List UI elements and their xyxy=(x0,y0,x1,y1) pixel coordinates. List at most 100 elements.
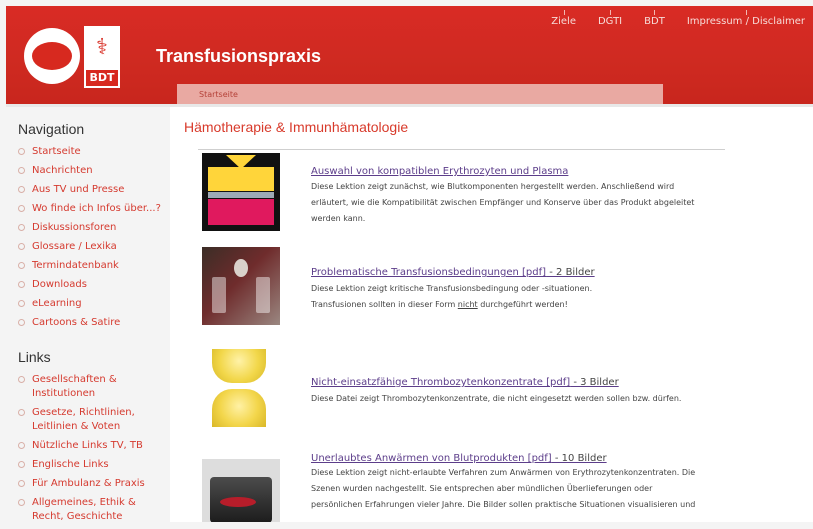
sidebar-link-gesellschaften[interactable]: Gesellschaften & Institutionen xyxy=(18,373,168,401)
top-nav-label: Ziele xyxy=(551,16,576,27)
top-nav-label: DGTI xyxy=(597,16,623,27)
bullet-icon xyxy=(18,376,25,383)
desc-line: Diese Lektion zeigt kritische Transfusio… xyxy=(311,284,593,293)
lesson-link[interactable]: Auswahl von kompatiblen Erythrozyten und… xyxy=(311,166,568,177)
blood-bag-thumbnail[interactable] xyxy=(202,153,280,231)
lesson-description: Diese Datei zeigt Thrombozytenkonzentrat… xyxy=(311,391,721,407)
top-nav-impressum[interactable]: Impressum / Disclaimer xyxy=(686,10,805,27)
bullet-icon xyxy=(18,461,25,468)
top-nav-label: BDT xyxy=(644,16,665,27)
person-shape xyxy=(234,259,248,277)
bullet-icon xyxy=(18,205,25,212)
bullet-icon xyxy=(18,281,25,288)
desc-line: Diese Lektion zeigt zunächst, wie Blutko… xyxy=(311,182,675,191)
sidebar-item-tv-presse[interactable]: Aus TV und Presse xyxy=(18,183,168,197)
sidebar-item-label: Gesetze, Richtlinien, Leitlinien & Voten xyxy=(32,407,135,432)
sidebar-link-nuetzliche[interactable]: Nützliche Links TV, TB xyxy=(18,439,168,453)
sidebar-link-allgemeines[interactable]: Allgemeines, Ethik & Recht, Geschichte xyxy=(18,496,168,524)
lesson-title: Problematische Transfusionsbedingungen [… xyxy=(311,267,547,278)
tube-shape xyxy=(256,277,270,313)
sidebar-item-label: Downloads xyxy=(32,279,87,290)
sidebar-item-label: Glossare / Lexika xyxy=(32,241,117,252)
sidebar-item-termindatenbank[interactable]: Termindatenbank xyxy=(18,259,168,273)
desc-line: erläutert, wie die Kompatibilität zwisch… xyxy=(311,198,695,207)
separator-shape xyxy=(208,192,274,198)
dgti-logo-text: DGTI xyxy=(36,35,50,41)
sidebar-item-label: Cartoons & Satire xyxy=(32,317,121,328)
sidebar-item-label: Aus TV und Presse xyxy=(32,184,125,195)
top-nav: Ziele DGTI BDT Impressum / Disclaimer xyxy=(551,10,805,27)
sidebar-item-glossare[interactable]: Glossare / Lexika xyxy=(18,240,168,254)
desc-emphasis: nicht xyxy=(457,300,478,309)
lesson-link[interactable]: Nicht-einsatzfähige Thrombozytenkonzentr… xyxy=(311,377,619,388)
dgti-logo-mark xyxy=(32,42,72,70)
lesson-title: Auswahl von kompatiblen Erythrozyten und… xyxy=(311,166,569,177)
dgti-logo[interactable]: DGTI xyxy=(24,28,80,84)
sidebar-link-englische[interactable]: Englische Links xyxy=(18,458,168,472)
warming-device-thumbnail[interactable] xyxy=(202,459,280,522)
desc-line: Szenen wurden nachgestellt. Sie entsprec… xyxy=(311,484,653,493)
tube-shape xyxy=(212,277,226,313)
bullet-icon xyxy=(18,148,25,155)
bullet-icon xyxy=(18,499,25,506)
site-title: Transfusionspraxis xyxy=(156,46,322,66)
bullet-icon xyxy=(18,243,25,250)
lesson-description: Diese Lektion zeigt zunächst, wie Blutko… xyxy=(311,179,721,227)
sidebar-item-downloads[interactable]: Downloads xyxy=(18,278,168,292)
sidebar-item-label: eLearning xyxy=(32,298,82,309)
lesson-count: - 3 Bilder xyxy=(570,377,619,388)
sidebar-item-label: Termindatenbank xyxy=(32,260,119,271)
sidebar-item-cartoons[interactable]: Cartoons & Satire xyxy=(18,316,168,330)
lesson-count: - 2 Bilder xyxy=(546,267,595,278)
lesson-description: Diese Lektion zeigt nicht-erlaubte Verfa… xyxy=(311,465,721,513)
sidebar-item-startseite[interactable]: Startseite xyxy=(18,145,168,159)
bdt-logo[interactable]: ⚕ BDT xyxy=(84,26,120,88)
bdt-logo-text: BDT xyxy=(86,70,118,86)
desc-text: durchgeführt werden! xyxy=(477,300,568,309)
lesson-title: Nicht-einsatzfähige Thrombozytenkonzentr… xyxy=(311,377,571,388)
sidebar-item-label: Startseite xyxy=(32,146,81,157)
top-nav-label: Impressum / Disclaimer xyxy=(686,16,805,27)
lesson-link[interactable]: Unerlaubtes Anwärmen von Blutprodukten [… xyxy=(311,453,607,464)
sidebar-item-infos[interactable]: Wo finde ich Infos über...? xyxy=(18,202,168,216)
platelet-bag-shape xyxy=(212,349,266,383)
caduceus-icon: ⚕ xyxy=(96,35,108,60)
top-nav-dgti[interactable]: DGTI xyxy=(597,10,623,27)
links-list: Gesellschaften & Institutionen Gesetze, … xyxy=(18,373,168,529)
navigation-heading: Navigation xyxy=(18,121,85,137)
bullet-icon xyxy=(18,262,25,269)
breadcrumb: Startseite xyxy=(177,84,663,104)
sidebar-item-elearning[interactable]: eLearning xyxy=(18,297,168,311)
bullet-icon xyxy=(18,409,25,416)
sidebar-item-label: Englische Links xyxy=(32,459,109,470)
desc-line: werden kann. xyxy=(311,214,366,223)
sidebar-item-label: Wo finde ich Infos über...? xyxy=(32,203,161,214)
erythrocyte-shape xyxy=(208,199,274,225)
desc-line: Transfusionen sollten in dieser Form nic… xyxy=(311,297,721,313)
platelet-bag-shape xyxy=(212,389,266,427)
sidebar-item-label: Für Ambulanz & Praxis xyxy=(32,478,145,489)
nav-tick-icon xyxy=(745,10,747,15)
top-nav-bdt[interactable]: BDT xyxy=(644,10,665,27)
platelet-bag-thumbnail[interactable] xyxy=(202,349,280,427)
transfusion-scene-thumbnail[interactable] xyxy=(202,247,280,325)
bullet-icon xyxy=(18,442,25,449)
sidebar-link-ambulanz[interactable]: Für Ambulanz & Praxis xyxy=(18,477,168,491)
sidebar-item-nachrichten[interactable]: Nachrichten xyxy=(18,164,168,178)
breadcrumb-item-startseite[interactable]: Startseite xyxy=(199,90,238,99)
desc-line: Diese Datei zeigt Thrombozytenkonzentrat… xyxy=(311,394,682,403)
sidebar-link-gesetze[interactable]: Gesetze, Richtlinien, Leitlinien & Voten xyxy=(18,406,168,434)
sidebar-item-diskussionsforen[interactable]: Diskussionsforen xyxy=(18,221,168,235)
sidebar-item-label: Diskussionsforen xyxy=(32,222,117,233)
bullet-icon xyxy=(18,167,25,174)
plasma-shape xyxy=(208,167,274,191)
page-title: Hämotherapie & Immunhämatologie xyxy=(184,119,409,135)
lesson-link[interactable]: Problematische Transfusionsbedingungen [… xyxy=(311,267,595,278)
bullet-icon xyxy=(18,319,25,326)
nav-tick-icon xyxy=(563,10,565,15)
desc-line: persönlichen Erfahrungen vieler Jahre. D… xyxy=(311,500,696,509)
top-nav-ziele[interactable]: Ziele xyxy=(551,10,576,27)
desc-line: Diese Lektion zeigt nicht-erlaubte Verfa… xyxy=(311,468,696,477)
bullet-icon xyxy=(18,224,25,231)
nav-tick-icon xyxy=(610,10,612,15)
